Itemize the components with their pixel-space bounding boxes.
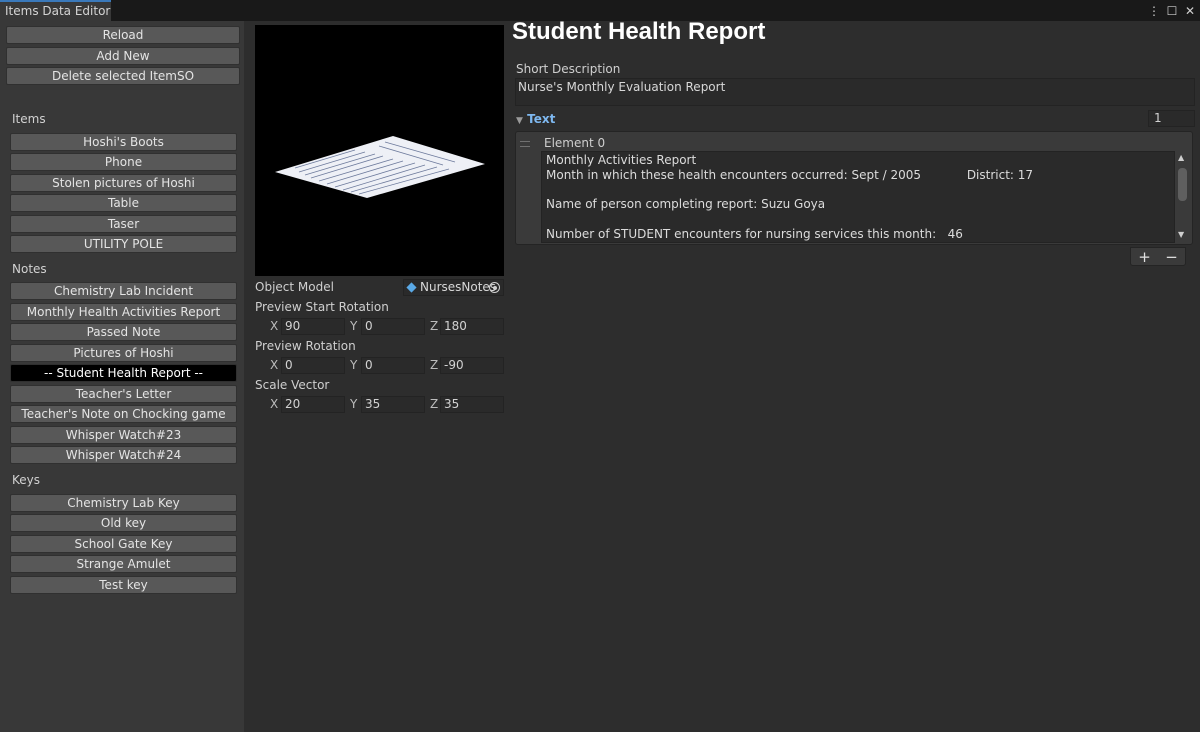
scale-vector-label: Scale Vector [255, 378, 330, 392]
delete-selected-button[interactable]: Delete selected ItemSO [6, 67, 240, 85]
model-preview[interactable] [255, 25, 504, 276]
axis-z-label: Z [430, 358, 439, 372]
text-foldout[interactable]: ▼ Text [516, 112, 555, 126]
prefab-cube-icon [406, 282, 417, 293]
preview-rotation-z-field[interactable]: -90 [440, 357, 504, 374]
close-icon[interactable]: ✕ [1184, 4, 1196, 18]
axis-z-label: Z [430, 319, 439, 333]
list-item[interactable]: Table [10, 194, 237, 212]
scale-x-field[interactable]: 20 [281, 396, 345, 413]
text-array-size-field[interactable]: 1 [1148, 110, 1195, 127]
preview-rotation-y-field[interactable]: 0 [361, 357, 425, 374]
list-item[interactable]: Passed Note [10, 323, 237, 341]
axis-y-label: Y [350, 358, 358, 372]
list-item[interactable]: Test key [10, 576, 237, 594]
list-item[interactable]: Chemistry Lab Incident [10, 282, 237, 300]
scroll-down-icon[interactable]: ▼ [1178, 230, 1184, 239]
list-item[interactable]: School Gate Key [10, 535, 237, 553]
section-label-notes: Notes [12, 262, 47, 276]
element-label: Element 0 [544, 136, 606, 150]
list-item[interactable]: Whisper Watch#24 [10, 446, 237, 464]
preview-rotation-label: Preview Rotation [255, 339, 356, 353]
list-item[interactable]: Taser [10, 215, 237, 233]
object-picker-icon[interactable] [489, 282, 500, 293]
scale-z-field[interactable]: 35 [440, 396, 504, 413]
preview-rotation-x-field[interactable]: 0 [281, 357, 345, 374]
list-item[interactable]: Chemistry Lab Key [10, 494, 237, 512]
add-element-button[interactable]: + [1138, 248, 1151, 266]
short-description-field[interactable]: Nurse's Monthly Evaluation Report [515, 78, 1195, 106]
object-model-value: NursesNotes [420, 280, 497, 294]
axis-y-label: Y [350, 319, 358, 333]
section-label-keys: Keys [12, 473, 41, 487]
list-item[interactable]: Teacher's Note on Chocking game [10, 405, 237, 423]
axis-x-label: X [270, 319, 279, 333]
paper-model [275, 136, 485, 198]
axis-x-label: X [270, 397, 279, 411]
list-item[interactable]: Hoshi's Boots [10, 133, 237, 151]
list-item[interactable]: Teacher's Letter [10, 385, 237, 403]
editor-tab[interactable]: Items Data Editor [0, 0, 111, 21]
list-item-selected[interactable]: -- Student Health Report -- [10, 364, 237, 382]
list-item[interactable]: Old key [10, 514, 237, 532]
element-text-area[interactable]: Monthly Activities Report Month in which… [541, 151, 1175, 243]
axis-y-label: Y [350, 397, 358, 411]
preview-start-rotation-label: Preview Start Rotation [255, 300, 389, 314]
scale-y-field[interactable]: 35 [361, 396, 425, 413]
list-item[interactable]: Strange Amulet [10, 555, 237, 573]
foldout-arrow-icon: ▼ [516, 116, 523, 126]
list-item[interactable]: Monthly Health Activities Report [10, 303, 237, 321]
axis-x-label: X [270, 358, 279, 372]
drag-handle-icon[interactable] [520, 141, 530, 147]
reload-button[interactable]: Reload [6, 26, 240, 44]
list-item[interactable]: Pictures of Hoshi [10, 344, 237, 362]
section-label-items: Items [12, 112, 46, 126]
text-scrollbar[interactable]: ▲ ▼ [1176, 151, 1190, 243]
scroll-up-icon[interactable]: ▲ [1178, 153, 1184, 162]
list-add-remove: + − [1130, 247, 1186, 266]
list-item[interactable]: UTILITY POLE [10, 235, 237, 253]
menu-dots-icon[interactable]: ⋮ [1148, 4, 1160, 18]
axis-z-label: Z [430, 397, 439, 411]
list-item[interactable]: Stolen pictures of Hoshi [10, 174, 237, 192]
start-rotation-z-field[interactable]: 180 [440, 318, 504, 335]
item-title: Student Health Report [512, 18, 766, 45]
list-item[interactable]: Whisper Watch#23 [10, 426, 237, 444]
start-rotation-y-field[interactable]: 0 [361, 318, 425, 335]
scroll-thumb[interactable] [1178, 168, 1187, 201]
remove-element-button[interactable]: − [1165, 248, 1178, 266]
maximize-icon[interactable]: ☐ [1166, 4, 1178, 18]
start-rotation-x-field[interactable]: 90 [281, 318, 345, 335]
add-new-button[interactable]: Add New [6, 47, 240, 65]
list-item[interactable]: Phone [10, 153, 237, 171]
text-foldout-label: Text [527, 112, 556, 126]
object-model-label: Object Model [255, 280, 334, 294]
short-description-label: Short Description [516, 62, 621, 76]
object-model-field[interactable]: NursesNotes [403, 279, 504, 296]
